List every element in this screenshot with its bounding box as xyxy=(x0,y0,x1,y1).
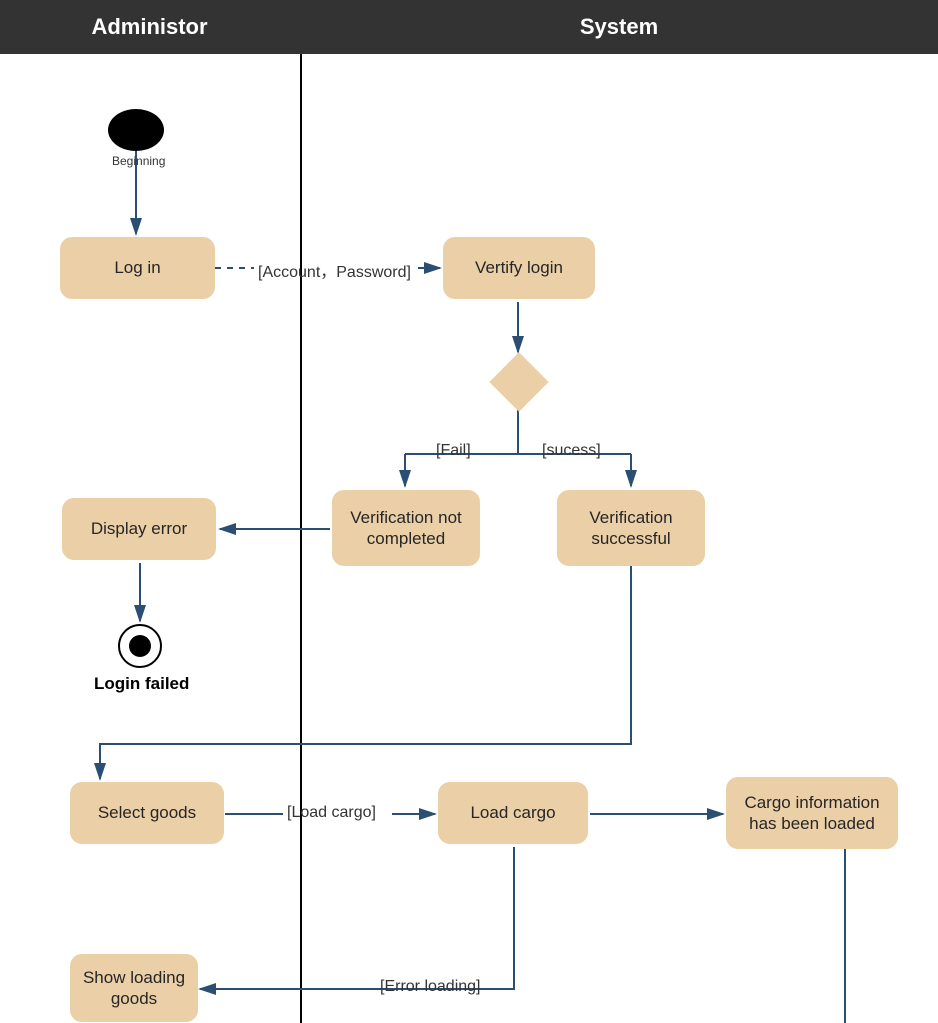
edge-label-load-cargo: [Load cargo] xyxy=(287,804,376,822)
end-node-label: Login failed xyxy=(94,674,189,694)
node-select-goods-text: Select goods xyxy=(98,802,196,823)
node-cargo-info-loaded: Cargo information has been loaded xyxy=(726,777,898,849)
node-display-error: Display error xyxy=(62,498,216,560)
node-select-goods: Select goods xyxy=(70,782,224,844)
start-node-label: Beginning xyxy=(112,154,165,168)
node-display-error-text: Display error xyxy=(91,518,187,539)
edge-label-account-password: [Account，Password] xyxy=(258,258,411,282)
node-login-text: Log in xyxy=(114,257,160,278)
edge-label-fail: [Fail] xyxy=(436,442,471,460)
node-load-cargo: Load cargo xyxy=(438,782,588,844)
decision-diamond-icon xyxy=(489,352,548,411)
node-verification-successful: Verification successful xyxy=(557,490,705,566)
node-load-cargo-text: Load cargo xyxy=(470,802,555,823)
diagram-canvas: Beginning Log in [Account，Password] Vert… xyxy=(0,54,938,1023)
node-verify-login: Vertify login xyxy=(443,237,595,299)
node-cargo-info-loaded-text: Cargo information has been loaded xyxy=(734,792,890,835)
node-show-loading-goods: Show loading goods xyxy=(70,954,198,1022)
edge-label-success: [sucess] xyxy=(542,442,601,460)
lane-header-system: System xyxy=(300,0,938,54)
node-login: Log in xyxy=(60,237,215,299)
start-node-icon xyxy=(108,109,164,151)
node-verification-not-completed: Verification not completed xyxy=(332,490,480,566)
node-show-loading-goods-text: Show loading goods xyxy=(78,967,190,1010)
edge-label-error-loading: [Error loading] xyxy=(380,978,481,996)
node-verification-successful-text: Verification successful xyxy=(565,507,697,550)
lane-header-administor: Administor xyxy=(0,0,300,54)
swimlane-header: Administor System xyxy=(0,0,938,54)
node-verification-not-completed-text: Verification not completed xyxy=(340,507,472,550)
end-node-icon xyxy=(118,624,162,668)
lane-divider xyxy=(300,54,302,1023)
node-verify-login-text: Vertify login xyxy=(475,257,563,278)
